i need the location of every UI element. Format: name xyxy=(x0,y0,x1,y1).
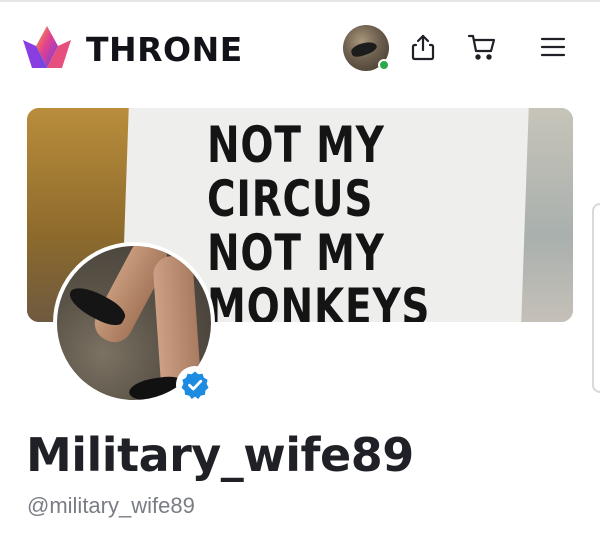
side-panel-edge[interactable] xyxy=(592,203,600,393)
sign-line-3: NOT MY xyxy=(207,224,385,282)
site-header: THRONE xyxy=(0,0,600,100)
crown-logo-icon xyxy=(23,26,71,68)
throne-logo[interactable]: THRONE xyxy=(20,24,243,74)
share-button[interactable] xyxy=(408,32,438,62)
online-status-indicator xyxy=(378,59,390,71)
sign-line-4: MONKEYS xyxy=(207,278,431,322)
hamburger-menu-icon xyxy=(540,37,566,57)
profile-display-name: Military_wife89 xyxy=(26,428,414,482)
brand-name: THRONE xyxy=(86,29,243,69)
user-avatar[interactable] xyxy=(343,25,390,71)
verified-check-icon xyxy=(181,371,209,399)
sign-line-1: NOT MY xyxy=(207,116,385,174)
banner-sign-text: NOT MY CIRCUS NOT MY MONKEYS xyxy=(207,116,431,322)
cart-button[interactable] xyxy=(467,32,497,62)
cart-icon xyxy=(467,34,496,60)
sign-line-2: CIRCUS xyxy=(207,170,374,228)
profile-handle: @military_wife89 xyxy=(27,493,195,518)
menu-button[interactable] xyxy=(538,32,568,62)
verified-badge xyxy=(176,366,214,404)
share-icon xyxy=(411,34,435,61)
